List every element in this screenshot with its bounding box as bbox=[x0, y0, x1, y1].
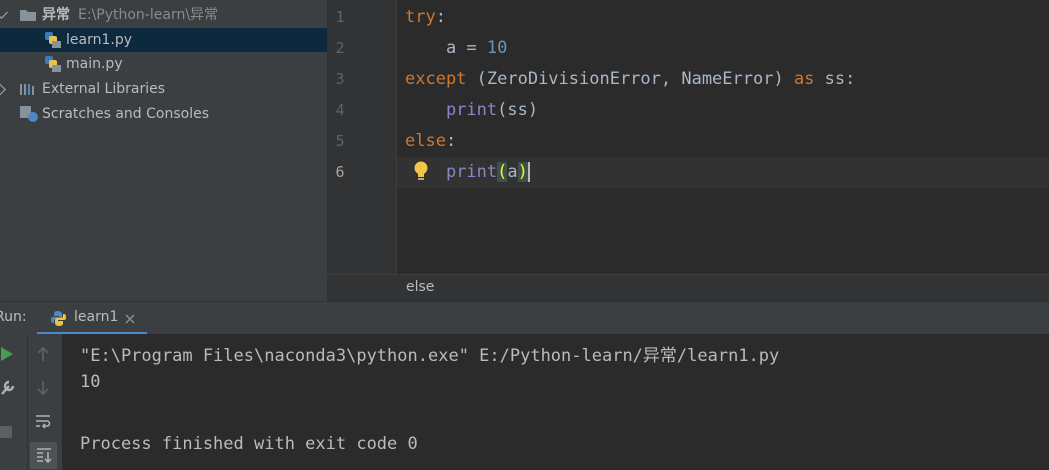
matched-bracket: ) bbox=[517, 162, 528, 182]
code-text: ss: bbox=[814, 69, 856, 89]
code-text: a = bbox=[445, 38, 487, 58]
chevron-down-icon[interactable] bbox=[0, 6, 8, 19]
line-number: 5 bbox=[335, 132, 345, 150]
code-line-1[interactable]: try: bbox=[405, 2, 446, 33]
code-line-2[interactable]: a = 10 bbox=[405, 33, 507, 64]
down-arrow-icon[interactable] bbox=[36, 380, 50, 396]
toolbar-separator bbox=[27, 334, 28, 470]
keyword: else bbox=[405, 131, 446, 151]
stop-icon[interactable] bbox=[0, 425, 12, 439]
chevron-right-icon[interactable] bbox=[0, 83, 6, 96]
scratches-label: Scratches and Consoles bbox=[42, 106, 209, 122]
file-name: main.py bbox=[66, 56, 123, 72]
console-line: 10 bbox=[80, 372, 101, 392]
number-literal: 10 bbox=[486, 38, 508, 58]
wrench-icon[interactable] bbox=[0, 378, 16, 396]
code-text: (ss) bbox=[497, 100, 539, 120]
keyword: except bbox=[405, 69, 467, 89]
code-text: : bbox=[445, 131, 457, 151]
scroll-to-end-icon bbox=[37, 448, 52, 464]
scratches-icon bbox=[20, 106, 38, 122]
run-icon[interactable] bbox=[0, 346, 14, 362]
console-line: "E:\Program Files\naconda3\python.exe" E… bbox=[80, 346, 780, 366]
library-icon bbox=[20, 84, 34, 95]
scroll-to-end-button[interactable] bbox=[30, 442, 57, 469]
code-line-5[interactable]: else: bbox=[405, 126, 456, 157]
code-line-4[interactable]: print(ss) bbox=[405, 95, 538, 126]
close-icon[interactable] bbox=[125, 314, 135, 324]
line-number: 2 bbox=[335, 39, 345, 57]
run-tab-learn1[interactable]: learn1 bbox=[37, 302, 147, 335]
folder-name: 异常 bbox=[42, 7, 70, 23]
run-panel-header: Run: learn1 bbox=[0, 301, 1049, 335]
tree-file-learn1[interactable]: learn1.py bbox=[0, 28, 327, 52]
matched-bracket: ( bbox=[497, 162, 508, 182]
run-label: Run: bbox=[0, 309, 27, 325]
python-file-icon bbox=[45, 32, 61, 48]
code-text: a bbox=[507, 162, 518, 182]
breadcrumb[interactable]: else bbox=[406, 279, 434, 295]
keyword: try bbox=[405, 7, 436, 27]
line-number: 4 bbox=[335, 101, 345, 119]
line-number: 3 bbox=[335, 70, 345, 88]
keyword: as bbox=[793, 69, 815, 89]
text-caret bbox=[527, 162, 530, 182]
console-line: Process finished with exit code 0 bbox=[80, 434, 418, 454]
builtin-function: print bbox=[445, 100, 498, 120]
run-tab-label: learn1 bbox=[74, 309, 119, 325]
folder-icon bbox=[20, 10, 36, 21]
python-logo-icon bbox=[51, 311, 66, 326]
gutter-separator bbox=[396, 0, 397, 274]
soft-wrap-icon[interactable] bbox=[34, 412, 52, 430]
lightbulb-icon[interactable] bbox=[412, 160, 430, 182]
builtin-function: print bbox=[445, 162, 498, 182]
breadcrumb-bar: else bbox=[327, 274, 1049, 301]
external-libraries-label: External Libraries bbox=[42, 81, 165, 97]
folder-path: E:\Python-learn\异常 bbox=[78, 7, 219, 23]
code-text: (ZeroDivisionError, NameError) bbox=[466, 69, 794, 89]
project-tree: 异常 E:\Python-learn\异常 learn1.py main.py … bbox=[0, 0, 327, 301]
line-number: 1 bbox=[335, 8, 345, 26]
line-number: 6 bbox=[335, 163, 345, 181]
code-text: : bbox=[435, 7, 446, 27]
up-arrow-icon[interactable] bbox=[36, 346, 50, 362]
file-name: learn1.py bbox=[66, 32, 132, 48]
python-file-icon bbox=[45, 56, 61, 72]
code-line-3[interactable]: except (ZeroDivisionError, NameError) as… bbox=[405, 64, 855, 95]
